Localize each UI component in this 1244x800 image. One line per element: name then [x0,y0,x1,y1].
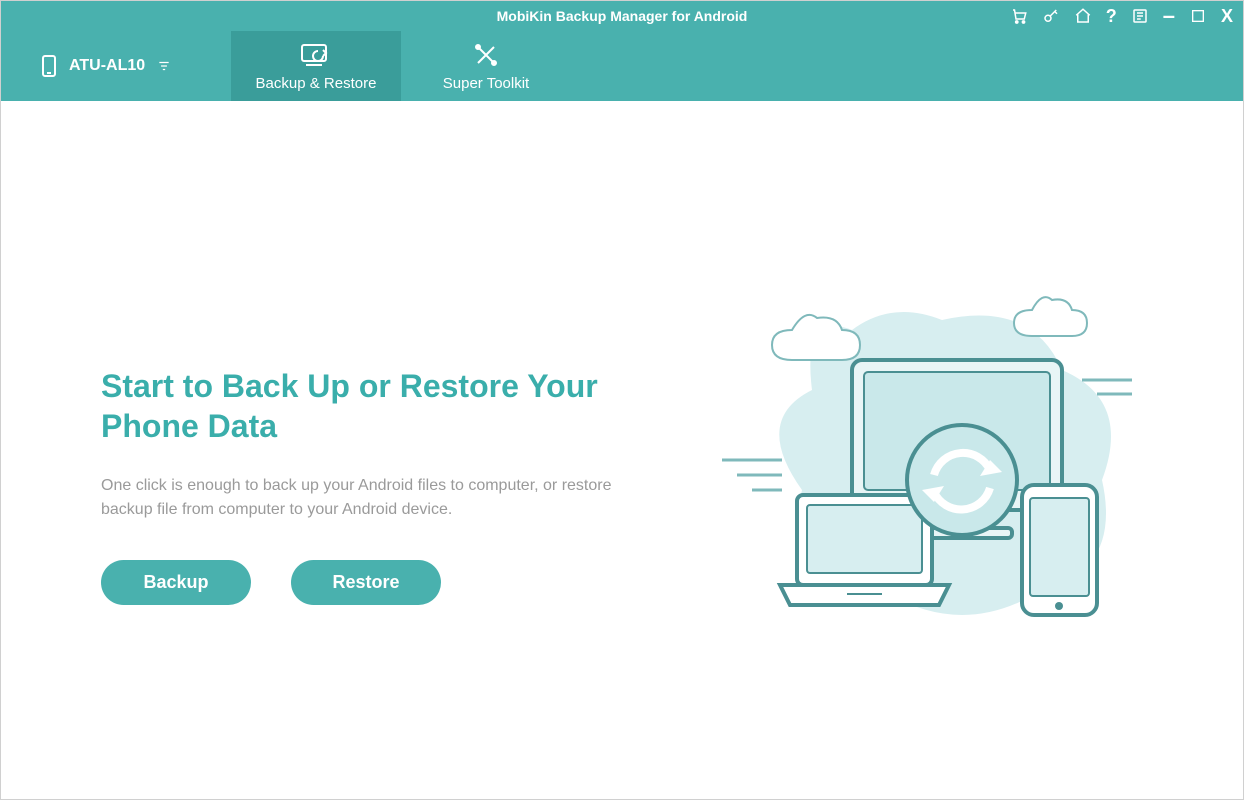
action-buttons: Backup Restore [101,560,661,605]
nav-tabs: Backup & Restore Super Toolkit [231,31,571,101]
feedback-icon[interactable] [1131,7,1149,25]
phone-icon [41,54,57,78]
close-icon[interactable]: X [1221,6,1233,27]
tab-label: Backup & Restore [256,75,377,92]
cart-icon[interactable] [1010,7,1028,25]
app-window: MobiKin Backup Manager for Android ? – X [0,0,1244,800]
tab-backup-restore[interactable]: Backup & Restore [231,31,401,101]
app-title: MobiKin Backup Manager for Android [497,8,748,24]
minimize-icon[interactable]: – [1163,11,1175,21]
tab-super-toolkit[interactable]: Super Toolkit [401,31,571,101]
navbar: ATU-AL10 Backup & Restore Super Toolkit [1,31,1243,101]
tab-label: Super Toolkit [443,75,529,92]
backup-restore-icon [296,41,336,69]
main-heading: Start to Back Up or Restore Your Phone D… [101,366,621,446]
toolkit-icon [472,41,500,69]
title-controls: ? – X [1010,1,1233,31]
device-name: ATU-AL10 [69,57,145,75]
left-panel: Start to Back Up or Restore Your Phone D… [101,316,661,605]
device-selector[interactable]: ATU-AL10 [1,31,231,101]
help-icon[interactable]: ? [1106,6,1117,27]
restore-button[interactable]: Restore [291,560,441,605]
key-icon[interactable] [1042,7,1060,25]
devices-sync-illustration [702,270,1142,650]
dropdown-icon [157,59,171,73]
backup-button[interactable]: Backup [101,560,251,605]
maximize-icon[interactable] [1189,7,1207,25]
main-content: Start to Back Up or Restore Your Phone D… [1,101,1243,799]
titlebar: MobiKin Backup Manager for Android ? – X [1,1,1243,31]
main-description: One click is enough to back up your Andr… [101,474,621,522]
illustration-panel [661,270,1183,650]
home-icon[interactable] [1074,7,1092,25]
